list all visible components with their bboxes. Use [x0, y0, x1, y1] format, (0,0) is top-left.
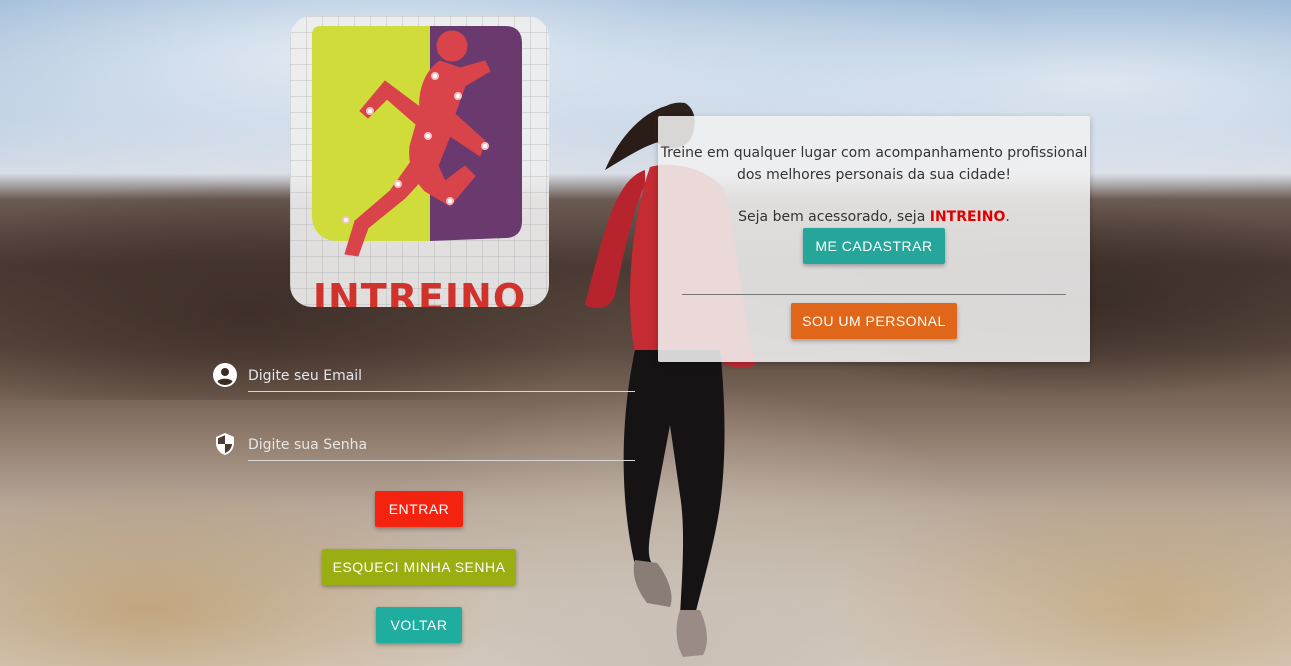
personal-trainer-button[interactable]: SOU UM PERSONAL: [791, 303, 957, 339]
back-button[interactable]: VOLTAR: [376, 607, 462, 643]
welcome-suffix: .: [1005, 209, 1010, 225]
password-input[interactable]: [248, 430, 635, 461]
account-circle-icon: [213, 363, 237, 387]
enter-button[interactable]: ENTRAR: [375, 491, 463, 527]
card-divider: [682, 294, 1066, 295]
welcome-prefix: Seja bem acessorado, seja: [738, 209, 930, 225]
email-input[interactable]: [248, 361, 635, 392]
signup-button[interactable]: ME CADASTRAR: [803, 228, 945, 264]
welcome-text: Seja bem acessorado, seja INTREINO.: [658, 208, 1090, 226]
logo-wordmark: INTREINO: [312, 276, 527, 307]
forgot-password-button[interactable]: ESQUECI MINHA SENHA: [322, 549, 516, 585]
shield-icon: [216, 433, 234, 455]
welcome-card: Treine em qualquer lugar com acompanhame…: [658, 116, 1090, 362]
intreino-logo: INTREINO: [290, 16, 549, 307]
tagline-text: Treine em qualquer lugar com acompanhame…: [660, 145, 1088, 183]
welcome-brand: INTREINO: [929, 209, 1006, 225]
